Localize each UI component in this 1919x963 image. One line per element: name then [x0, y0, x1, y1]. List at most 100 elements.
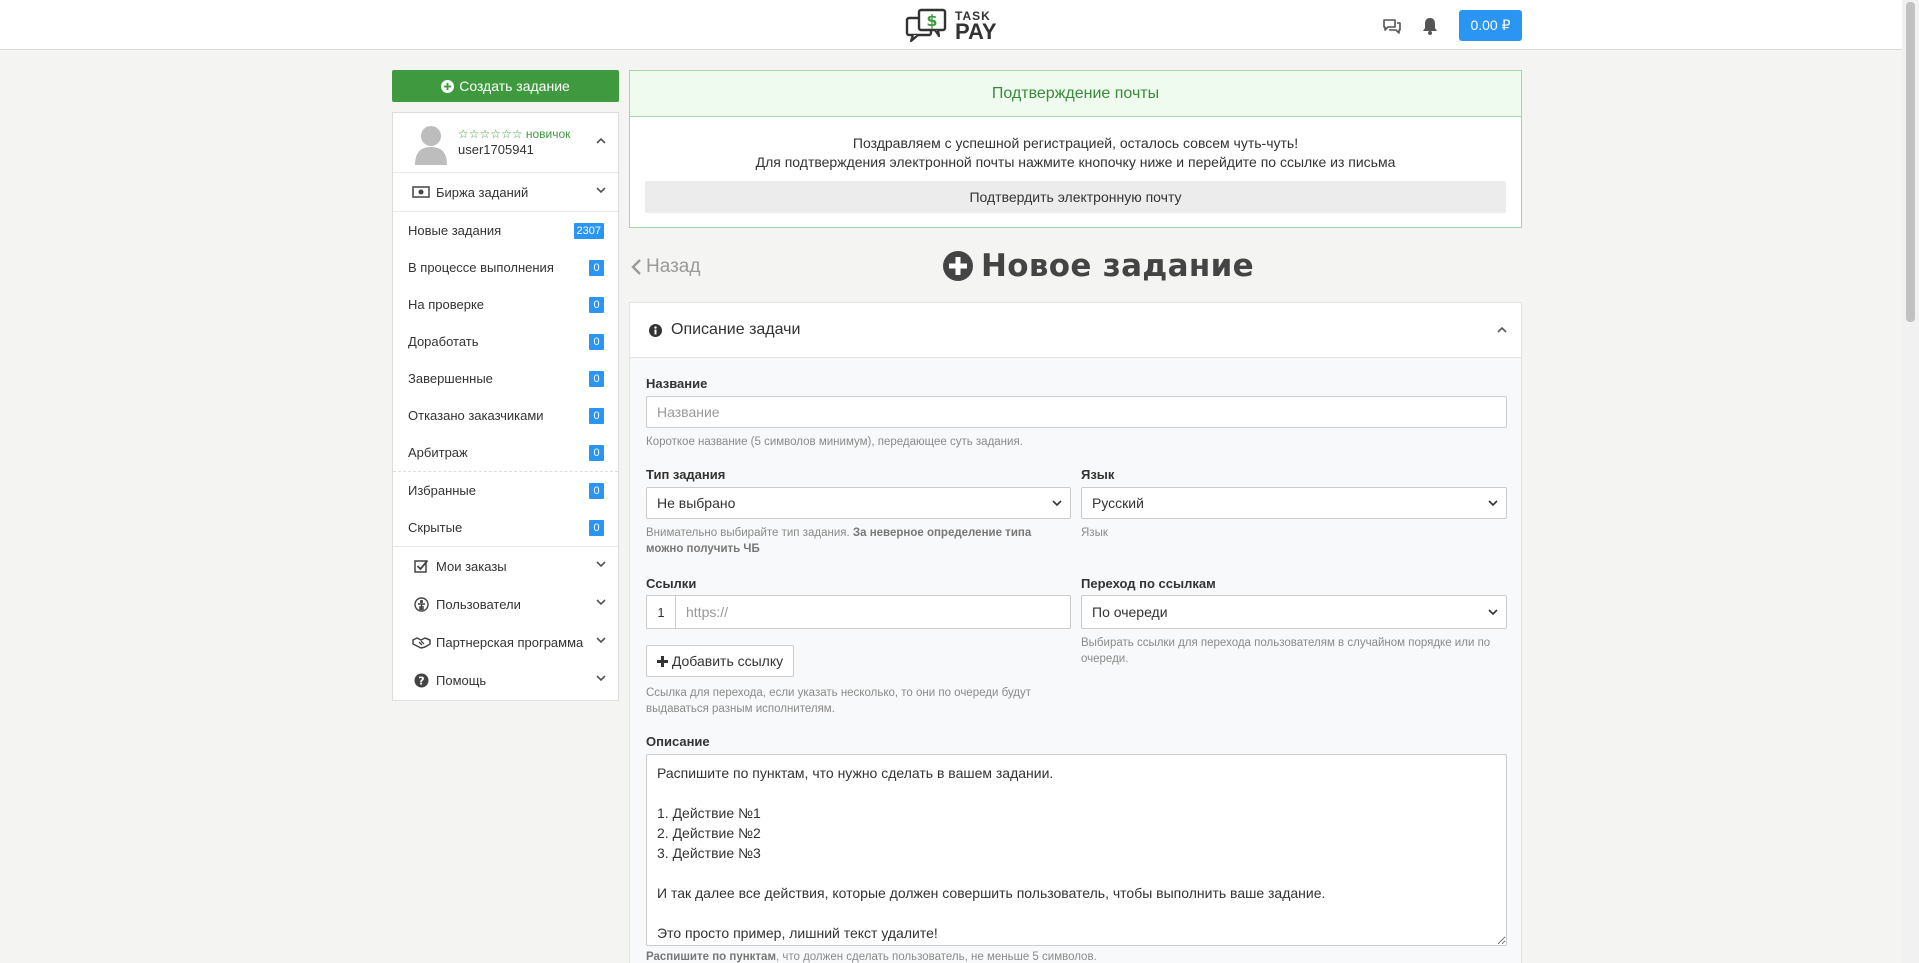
panel-header[interactable]: Описание задачи — [630, 303, 1521, 358]
user-rating: ☆☆☆☆☆☆ новичок — [458, 127, 571, 141]
confirm-email-button[interactable]: Подтвердить электронную почту — [645, 181, 1506, 213]
count-badge: 0 — [589, 260, 604, 276]
chevron-down-icon — [1052, 500, 1062, 507]
menu-partner-program-label: Партнерская программа — [436, 634, 584, 650]
count-badge: 0 — [589, 445, 604, 461]
language-help: Язык — [1081, 527, 1108, 539]
count-badge: 2307 — [573, 223, 604, 239]
balance-button[interactable]: 0.00 ₽ — [1459, 10, 1522, 41]
menu-help[interactable]: ? Помощь — [393, 661, 618, 699]
page-title-text: Новое задание — [981, 248, 1254, 284]
links-label: Ссылки — [646, 576, 697, 591]
avatar — [415, 126, 447, 165]
description-textarea[interactable]: Распишите по пунктам, что нужно сделать … — [646, 754, 1507, 946]
logo-text-bottom: PAY — [955, 18, 997, 44]
plus-icon — [656, 655, 668, 667]
plus-circle-icon — [441, 79, 455, 93]
task-description-panel: Описание задачи Название Короткое назван… — [629, 302, 1522, 963]
menu-partner-program[interactable]: Партнерская программа — [393, 623, 618, 661]
sidebar-item-label: Арбитраж — [408, 445, 468, 460]
chat-icon[interactable] — [1380, 14, 1404, 38]
sidebar-item-new-tasks[interactable]: Новые задания 2307 — [393, 212, 618, 249]
help-emphasis: Распишите по пунктам — [646, 951, 776, 963]
sidebar: ☆☆☆☆☆☆ новичок user1705941 Биржа заданий… — [392, 112, 619, 701]
plus-circle-icon — [943, 251, 973, 281]
sidebar-item-in-progress[interactable]: В процессе выполнения 0 — [393, 249, 618, 286]
sidebar-item-on-review[interactable]: На проверке 0 — [393, 286, 618, 323]
count-badge: 0 — [589, 408, 604, 424]
chevron-down-icon — [596, 637, 606, 644]
menu-help-label: Помощь — [436, 672, 487, 688]
panel-title: Описание задачи — [671, 321, 801, 338]
count-badge: 0 — [589, 483, 604, 499]
chevron-down-icon — [596, 675, 606, 682]
handshake-icon — [411, 636, 431, 649]
transition-select[interactable]: По очереди — [1081, 595, 1507, 629]
profile-block[interactable]: ☆☆☆☆☆☆ новичок user1705941 — [393, 113, 618, 173]
checkbox-icon — [411, 559, 431, 573]
svg-text:?: ? — [418, 674, 424, 687]
sidebar-item-rejected[interactable]: Отказано заказчиками 0 — [393, 397, 618, 434]
sidebar-item-hidden[interactable]: Скрытые 0 — [393, 509, 618, 546]
task-type-select[interactable]: Не выбрано — [646, 487, 1071, 519]
add-link-button[interactable]: Добавить ссылку — [646, 645, 794, 677]
name-label: Название — [646, 376, 708, 391]
chevron-down-icon — [596, 599, 606, 606]
transition-value: По очереди — [1092, 604, 1168, 620]
email-confirmation-alert: Подтверждение почты Поздравляем с успешн… — [629, 70, 1522, 228]
name-help: Короткое название (5 символов минимум), … — [646, 436, 1023, 448]
page-title: Новое задание — [943, 248, 1254, 284]
sidebar-item-completed[interactable]: Завершенные 0 — [393, 360, 618, 397]
menu-users[interactable]: Пользователи — [393, 585, 618, 623]
link-index: 1 — [646, 595, 675, 629]
menu-task-exchange-label: Биржа заданий — [436, 184, 529, 200]
task-name-input[interactable] — [646, 396, 1507, 428]
question-icon: ? — [411, 673, 431, 688]
description-label: Описание — [646, 734, 710, 749]
chevron-down-icon — [596, 561, 606, 568]
chevron-down-icon — [1488, 609, 1498, 616]
menu-task-exchange[interactable]: Биржа заданий — [393, 173, 618, 211]
back-link[interactable]: Назад — [631, 256, 700, 278]
menu-my-orders-label: Мои заказы — [436, 558, 507, 574]
language-value: Русский — [1092, 495, 1144, 511]
task-type-label: Тип задания — [646, 467, 726, 482]
transition-label: Переход по ссылкам — [1081, 576, 1216, 591]
chevron-up-icon[interactable] — [596, 137, 606, 144]
page-scrollbar-thumb[interactable] — [1906, 2, 1915, 322]
language-label: Язык — [1081, 467, 1115, 482]
links-help: Ссылка для перехода, если указать нескол… — [646, 687, 1032, 715]
count-badge: 0 — [589, 297, 604, 313]
chat-money-logo-icon: $ — [905, 8, 947, 43]
sidebar-item-label: Доработать — [408, 334, 479, 349]
add-link-label: Добавить ссылку — [671, 653, 784, 669]
task-exchange-list: Новые задания 2307 В процессе выполнения… — [393, 211, 618, 547]
alert-title: Подтверждение почты — [630, 71, 1521, 117]
menu-my-orders[interactable]: Мои заказы — [393, 547, 618, 585]
banknote-icon — [411, 186, 431, 198]
chevron-left-icon — [631, 259, 641, 275]
info-icon — [649, 323, 662, 337]
task-type-help: Внимательно выбирайте тип задания. За не… — [646, 525, 1066, 557]
sidebar-item-label: Новые задания — [408, 223, 502, 238]
chevron-up-icon[interactable] — [1497, 326, 1507, 333]
task-type-value: Не выбрано — [657, 495, 736, 511]
alert-message-line: Для подтверждения электронной почты нажм… — [755, 154, 1396, 170]
count-badge: 0 — [589, 334, 604, 350]
help-text: Внимательно выбирайте тип задания. — [646, 527, 853, 539]
back-label: Назад — [646, 256, 701, 277]
count-badge: 0 — [589, 371, 604, 387]
taskpay-logo[interactable]: $ TASK PAY — [905, 6, 997, 46]
sidebar-item-label: Завершенные — [408, 371, 493, 386]
language-select[interactable]: Русский — [1081, 487, 1507, 519]
transition-help: Выбирать ссылки для перехода пользовател… — [1081, 637, 1491, 665]
create-task-button[interactable]: Создать задание — [392, 70, 619, 102]
link-url-input[interactable] — [675, 595, 1071, 629]
sidebar-item-favorites[interactable]: Избранные 0 — [393, 472, 618, 509]
bell-icon[interactable] — [1418, 14, 1442, 38]
sidebar-item-arbitration[interactable]: Арбитраж 0 — [393, 434, 618, 471]
users-icon — [411, 596, 431, 612]
sidebar-item-rework[interactable]: Доработать 0 — [393, 323, 618, 360]
chevron-down-icon — [1488, 500, 1498, 507]
svg-text:$: $ — [926, 11, 937, 30]
